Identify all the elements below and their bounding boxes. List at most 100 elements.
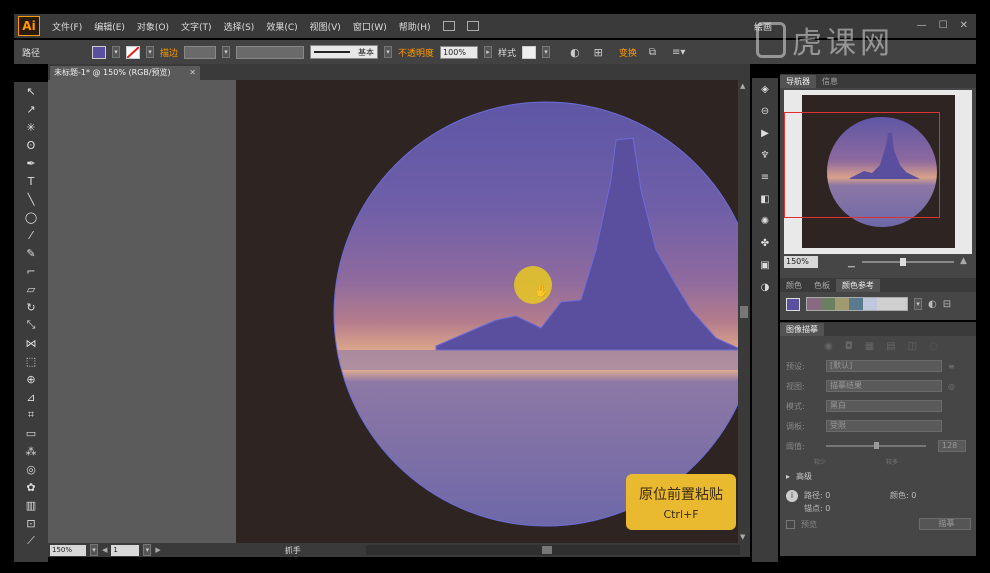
graphic-style-swatch[interactable]: [522, 45, 537, 59]
artboard-tool-icon[interactable]: ⊡: [14, 514, 48, 532]
vertical-scroll-thumb[interactable]: [740, 306, 748, 318]
grayscale-icon[interactable]: ▤: [886, 341, 895, 352]
pen-tool-icon[interactable]: ✒: [14, 154, 48, 172]
navigator-zoom-slider[interactable]: [862, 258, 954, 266]
bridge-icon[interactable]: [442, 21, 455, 31]
preview-checkbox[interactable]: [786, 519, 795, 529]
variable-width-field[interactable]: [236, 45, 305, 59]
stroke-weight-dropdown[interactable]: ▾: [222, 46, 231, 58]
menu-select[interactable]: 选择(S): [218, 20, 261, 33]
menu-window[interactable]: 窗口(W): [347, 20, 393, 33]
mesh-tool-icon[interactable]: ⌗: [14, 406, 48, 424]
width-tool-icon[interactable]: ⋈: [14, 334, 48, 352]
symbol-sprayer-tool-icon[interactable]: ✿: [14, 478, 48, 496]
eye-icon[interactable]: ◎: [948, 382, 955, 391]
tab-navigator[interactable]: 导航器: [780, 75, 816, 88]
preset-menu-icon[interactable]: ≡: [948, 362, 955, 371]
actions-icon[interactable]: ▶: [752, 122, 778, 144]
zoom-out-icon[interactable]: ▁: [848, 258, 855, 268]
opacity-dropdown[interactable]: ▸: [484, 46, 493, 58]
rotate-tool-icon[interactable]: ↻: [14, 298, 48, 316]
panel-menu-icon[interactable]: ≡▾: [672, 47, 685, 58]
current-tool-status[interactable]: 抓手: [285, 545, 375, 556]
tab-color[interactable]: 颜色: [780, 279, 808, 292]
outline-icon[interactable]: ◌: [929, 341, 938, 352]
harmony-dropdown[interactable]: ▾: [914, 298, 922, 310]
blend-tool-icon[interactable]: ◎: [14, 460, 48, 478]
recolor-icon[interactable]: ◐: [570, 46, 580, 59]
fill-swatch[interactable]: [92, 45, 107, 59]
brushes-icon[interactable]: ♆: [752, 144, 778, 166]
blob-brush-tool-icon[interactable]: ⌐: [14, 262, 48, 280]
next-artboard-icon[interactable]: ▶: [155, 546, 160, 554]
eyedropper-tool-icon[interactable]: ⁂: [14, 442, 48, 460]
free-transform-tool-icon[interactable]: ⬚: [14, 352, 48, 370]
zoom-field[interactable]: 150%: [50, 544, 86, 556]
gradient-panel-icon[interactable]: ◧: [752, 188, 778, 210]
links-icon[interactable]: ⊖: [752, 100, 778, 122]
document-tab[interactable]: 未标题-1* @ 150% (RGB/预览) ✕: [50, 66, 200, 80]
stroke-weight-field[interactable]: [184, 45, 217, 59]
horizontal-scroll-thumb[interactable]: [542, 546, 552, 554]
menu-edit[interactable]: 编辑(E): [88, 20, 131, 33]
transparency-icon[interactable]: ◑: [752, 276, 778, 298]
threshold-knob[interactable]: [874, 442, 879, 449]
opacity-label[interactable]: 不透明度: [398, 46, 434, 59]
shape-builder-tool-icon[interactable]: ⊕: [14, 370, 48, 388]
view-select[interactable]: 描摹结果: [826, 380, 942, 392]
stroke-panel-icon[interactable]: ≡: [752, 166, 778, 188]
high-color-icon[interactable]: ◘: [845, 341, 853, 352]
preset-select[interactable]: [默认]: [826, 360, 942, 372]
auto-color-icon[interactable]: ◉: [824, 341, 833, 352]
transform-label[interactable]: 变换: [619, 46, 637, 59]
direct-selection-tool-icon[interactable]: ↗: [14, 100, 48, 118]
scroll-up-icon[interactable]: ▲: [740, 82, 745, 90]
scroll-down-icon[interactable]: ▼: [740, 533, 745, 541]
advanced-toggle[interactable]: ▸ 高级: [780, 466, 976, 486]
close-tab-icon[interactable]: ✕: [189, 66, 196, 80]
low-color-icon[interactable]: ▦: [865, 341, 874, 352]
navigator-zoom-field[interactable]: 150%: [784, 256, 818, 268]
selection-tool-icon[interactable]: ↖: [14, 82, 48, 100]
stroke-swatch[interactable]: [126, 45, 141, 59]
scale-tool-icon[interactable]: ⤡: [14, 316, 48, 334]
artboard-dropdown[interactable]: ▾: [143, 544, 152, 556]
zoom-dropdown[interactable]: ▾: [90, 544, 98, 556]
line-tool-icon[interactable]: ╲: [14, 190, 48, 208]
lasso-tool-icon[interactable]: ʘ: [14, 136, 48, 154]
zoom-in-icon[interactable]: ▲: [960, 256, 967, 266]
vertical-scrollbar[interactable]: ▲ ▼: [738, 80, 750, 543]
opacity-input[interactable]: 100%: [440, 45, 479, 59]
appearance-icon[interactable]: ✺: [752, 210, 778, 232]
horizontal-scrollbar[interactable]: [366, 545, 740, 555]
fill-dropdown[interactable]: ▾: [112, 46, 121, 58]
eraser-tool-icon[interactable]: ▱: [14, 280, 48, 298]
tab-color-guide[interactable]: 颜色参考: [836, 279, 880, 292]
menu-type[interactable]: 文字(T): [175, 20, 218, 33]
navigator-view-box[interactable]: [784, 112, 940, 218]
stroke-style-dropdown[interactable]: ▾: [384, 46, 393, 58]
stroke-dropdown[interactable]: ▾: [146, 46, 155, 58]
save-color-group-icon[interactable]: ⊟: [943, 299, 951, 310]
ellipse-tool-icon[interactable]: ◯: [14, 208, 48, 226]
paintbrush-tool-icon[interactable]: ⁄: [14, 226, 48, 244]
menu-object[interactable]: 对象(O): [131, 20, 175, 33]
artboard-field[interactable]: 1: [111, 544, 140, 556]
tab-image-trace[interactable]: 图像描摹: [780, 323, 824, 336]
trace-button[interactable]: 描摹: [919, 518, 971, 530]
layers-icon[interactable]: ◈: [752, 78, 778, 100]
column-graph-tool-icon[interactable]: ▥: [14, 496, 48, 514]
edit-colors-icon[interactable]: ◐: [928, 299, 937, 310]
slice-tool-icon[interactable]: ⟋: [14, 532, 48, 550]
menu-view[interactable]: 视图(V): [304, 20, 347, 33]
graphic-styles-icon[interactable]: ▣: [752, 254, 778, 276]
palette-select[interactable]: 受限: [826, 420, 942, 432]
arrange-documents-icon[interactable]: [466, 21, 479, 31]
stroke-label[interactable]: 描边: [160, 46, 178, 59]
threshold-slider[interactable]: [826, 442, 926, 449]
prev-artboard-icon[interactable]: ◀: [102, 546, 107, 554]
tab-info[interactable]: 信息: [816, 75, 844, 88]
stroke-style-field[interactable]: 基本: [310, 45, 379, 59]
black-white-icon[interactable]: ◫: [908, 341, 917, 352]
mode-select[interactable]: 黑白: [826, 400, 942, 412]
